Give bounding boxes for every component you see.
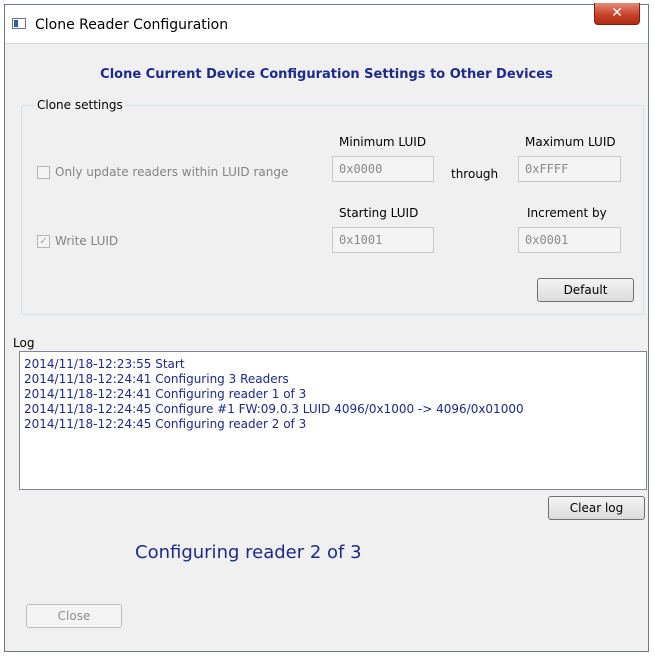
close-icon: ✕ <box>611 5 623 21</box>
clear-log-button[interactable]: Clear log <box>548 496 645 520</box>
only-update-label: Only update readers within LUID range <box>55 165 289 179</box>
min-luid-label: Minimum LUID <box>339 135 427 149</box>
increment-label: Increment by <box>527 206 607 220</box>
default-button[interactable]: Default <box>537 278 634 302</box>
log-line: 2014/11/18-12:23:55 Start <box>24 357 185 371</box>
max-luid-field[interactable]: 0xFFFF <box>518 156 621 182</box>
only-update-checkbox[interactable]: Only update readers within LUID range <box>37 165 288 179</box>
log-line: 2014/11/18-12:24:41 Configuring reader 1… <box>24 387 307 401</box>
log-line: 2014/11/18-12:24:41 Configuring 3 Reader… <box>24 372 289 386</box>
log-textarea[interactable]: 2014/11/18-12:23:55 Start 2014/11/18-12:… <box>19 351 647 490</box>
checkbox-box[interactable] <box>37 165 50 179</box>
write-luid-checkbox[interactable]: ✓ Write LUID <box>37 234 118 248</box>
min-luid-field[interactable]: 0x0000 <box>332 156 434 182</box>
starting-luid-field[interactable]: 0x1001 <box>332 227 434 253</box>
clone-settings-title: Clone settings <box>35 98 125 112</box>
starting-luid-label: Starting LUID <box>339 206 419 220</box>
app-icon <box>12 18 26 29</box>
through-label: through <box>451 167 499 181</box>
increment-field[interactable]: 0x0001 <box>518 227 621 253</box>
max-luid-label: Maximum LUID <box>525 135 616 149</box>
window-close-button[interactable]: ✕ <box>594 3 640 25</box>
dialog-window: Clone Reader Configuration ✕ Clone Curre… <box>4 3 649 652</box>
write-luid-label: Write LUID <box>55 234 119 248</box>
log-line: 2014/11/18-12:24:45 Configure #1 FW:09.0… <box>24 402 524 416</box>
log-line: 2014/11/18-12:24:45 Configuring reader 2… <box>24 417 307 431</box>
status-text: Configuring reader 2 of 3 <box>135 542 362 563</box>
checkmark-icon[interactable]: ✓ <box>37 234 50 248</box>
title-bar[interactable]: Clone Reader Configuration ✕ <box>5 3 648 44</box>
log-label: Log <box>13 336 35 350</box>
window-title: Clone Reader Configuration <box>35 17 229 33</box>
page-heading: Clone Current Device Configuration Setti… <box>100 67 553 82</box>
close-button[interactable]: Close <box>26 604 122 628</box>
